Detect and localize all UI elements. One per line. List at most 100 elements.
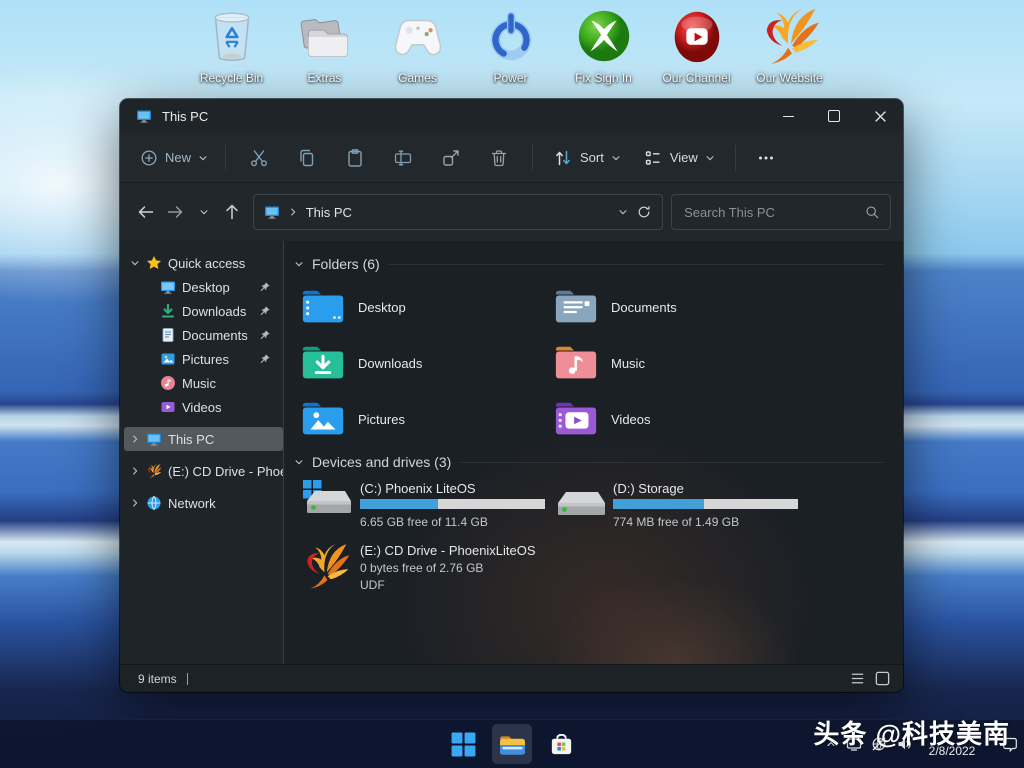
chevron-down-icon [199,207,209,217]
view-switcher [849,670,891,687]
folders-section-header[interactable]: Folders (6) [294,253,893,275]
chevron-right-icon[interactable] [130,498,140,508]
music-icon [160,375,176,391]
sort-button[interactable]: Sort [542,142,632,174]
copy-button[interactable] [283,140,331,176]
chevron-right-icon [288,207,298,217]
toolbar-divider [532,145,533,171]
drive-capacity-bar [360,499,545,509]
download-icon [160,303,176,319]
desktop-icon-games[interactable]: Games [371,4,464,85]
back-button[interactable] [132,197,161,227]
taskbar-explorer-button[interactable] [492,724,532,764]
folder-label: Downloads [358,356,422,371]
network-icon [146,495,162,511]
chevron-right-icon[interactable] [130,466,140,476]
sidebar-item-pictures[interactable]: Pictures [124,347,283,371]
cut-button[interactable] [235,140,283,176]
view-button[interactable]: View [632,142,726,174]
sidebar-item-network[interactable]: Network [124,491,283,515]
search-input[interactable] [682,204,864,221]
explorer-icon [498,732,527,757]
desktop-icon-fix-sign-in[interactable]: Fix Sign In [557,4,650,85]
desktop-icon-recycle-bin[interactable]: Recycle Bin [185,4,278,85]
folder-music[interactable]: Music [553,335,806,391]
taskbar-store-button[interactable] [541,724,581,764]
devices-section-header[interactable]: Devices and drives (3) [294,451,893,473]
sort-label: Sort [580,150,604,165]
this-pc-icon [264,204,280,220]
sidebar-item-this-pc[interactable]: This PC [124,427,283,451]
address-bar[interactable]: This PC [253,194,663,230]
chevron-down-icon [705,153,715,163]
folder-documents[interactable]: Documents [553,279,806,335]
drive-capacity-bar [613,499,798,509]
close-button[interactable] [857,99,903,133]
sort-icon [553,148,573,168]
desktop-icon-our-website[interactable]: Our Website [743,4,836,85]
icons-view-button[interactable] [874,670,891,687]
drive-c-phoenix-liteos[interactable]: (C:) Phoenix LiteOS6.65 GB free of 11.4 … [300,479,553,531]
delete-button[interactable] [475,140,523,176]
chevron-right-icon[interactable] [130,434,140,444]
sidebar-item-music[interactable]: Music [124,371,283,395]
desktop-icon-label: Recycle Bin [200,71,263,85]
folders-grid: DesktopDocuments Downloads MusicPicturesVi… [300,279,893,447]
search-icon [864,204,880,220]
forward-button[interactable] [161,197,190,227]
search-box[interactable] [671,194,891,230]
share-button[interactable] [427,140,475,176]
refresh-icon[interactable] [636,204,652,220]
paste-button[interactable] [331,140,379,176]
pin-icon [259,281,271,293]
sidebar-item-label: Network [168,496,216,511]
drive-free-space: 0 bytes free of 2.76 GB [360,560,536,577]
sidebar-item-desktop[interactable]: Desktop [124,275,283,299]
breadcrumb[interactable]: This PC [306,205,352,220]
address-dropdown-icon[interactable] [618,207,628,217]
explorer-window: This PC New Sort View [120,99,903,692]
title-bar[interactable]: This PC [120,99,903,133]
phoenix-icon [759,4,821,68]
drive-info: (C:) Phoenix LiteOS6.65 GB free of 11.4 … [360,479,545,531]
folder-pictures[interactable]: Pictures [300,391,553,447]
rename-button[interactable] [379,140,427,176]
sidebar-item-quick-access[interactable]: Quick access [124,251,283,275]
folder-downloads[interactable]: Downloads [300,335,553,391]
desktop-icon-our-channel[interactable]: Our Channel [650,4,743,85]
phoenix-icon [146,463,162,479]
sidebar-item-e-cd-drive-phoe[interactable]: (E:) CD Drive - Phoe [124,459,283,483]
taskbar-start-button[interactable] [443,724,483,764]
status-bar: 9 items [120,664,903,692]
youtube-red-icon [666,4,728,68]
chevron-down-icon[interactable] [130,258,140,268]
this-pc-icon [136,108,152,124]
folders-stack-icon [294,4,356,68]
folder-desktop[interactable]: Desktop [300,279,553,335]
desktop-icon-label: Fix Sign In [575,71,632,85]
sidebar-item-videos[interactable]: Videos [124,395,283,419]
recent-locations-button[interactable] [189,197,218,227]
maximize-button[interactable] [811,99,857,133]
sidebar-item-downloads[interactable]: Downloads [124,299,283,323]
new-button[interactable]: New [132,143,216,173]
sidebar-item-label: This PC [168,432,214,447]
more-button[interactable] [745,140,787,176]
desktop-icon-label: Extras [307,71,341,85]
drive-e-cd-drive-phoenixliteos[interactable]: (E:) CD Drive - PhoenixLiteOS0 bytes fre… [300,541,553,594]
desktop-icon-extras[interactable]: Extras [278,4,371,85]
desktop-icon [160,279,176,295]
up-button[interactable] [218,197,247,227]
minimize-button[interactable] [765,99,811,133]
folders-header-label: Folders (6) [312,256,380,272]
xbox-controller-icon [387,4,449,68]
sidebar-item-label: Documents [182,328,248,343]
drive-d-storage[interactable]: (D:) Storage774 MB free of 1.49 GB [553,479,806,531]
section-divider [459,462,885,463]
folder-videos[interactable]: Videos [553,391,806,447]
sidebar-item-documents[interactable]: Documents [124,323,283,347]
chevron-down-icon [198,153,208,163]
details-view-button[interactable] [849,670,866,687]
navigation-bar: This PC [120,183,903,241]
desktop-icon-power[interactable]: Power [464,4,557,85]
